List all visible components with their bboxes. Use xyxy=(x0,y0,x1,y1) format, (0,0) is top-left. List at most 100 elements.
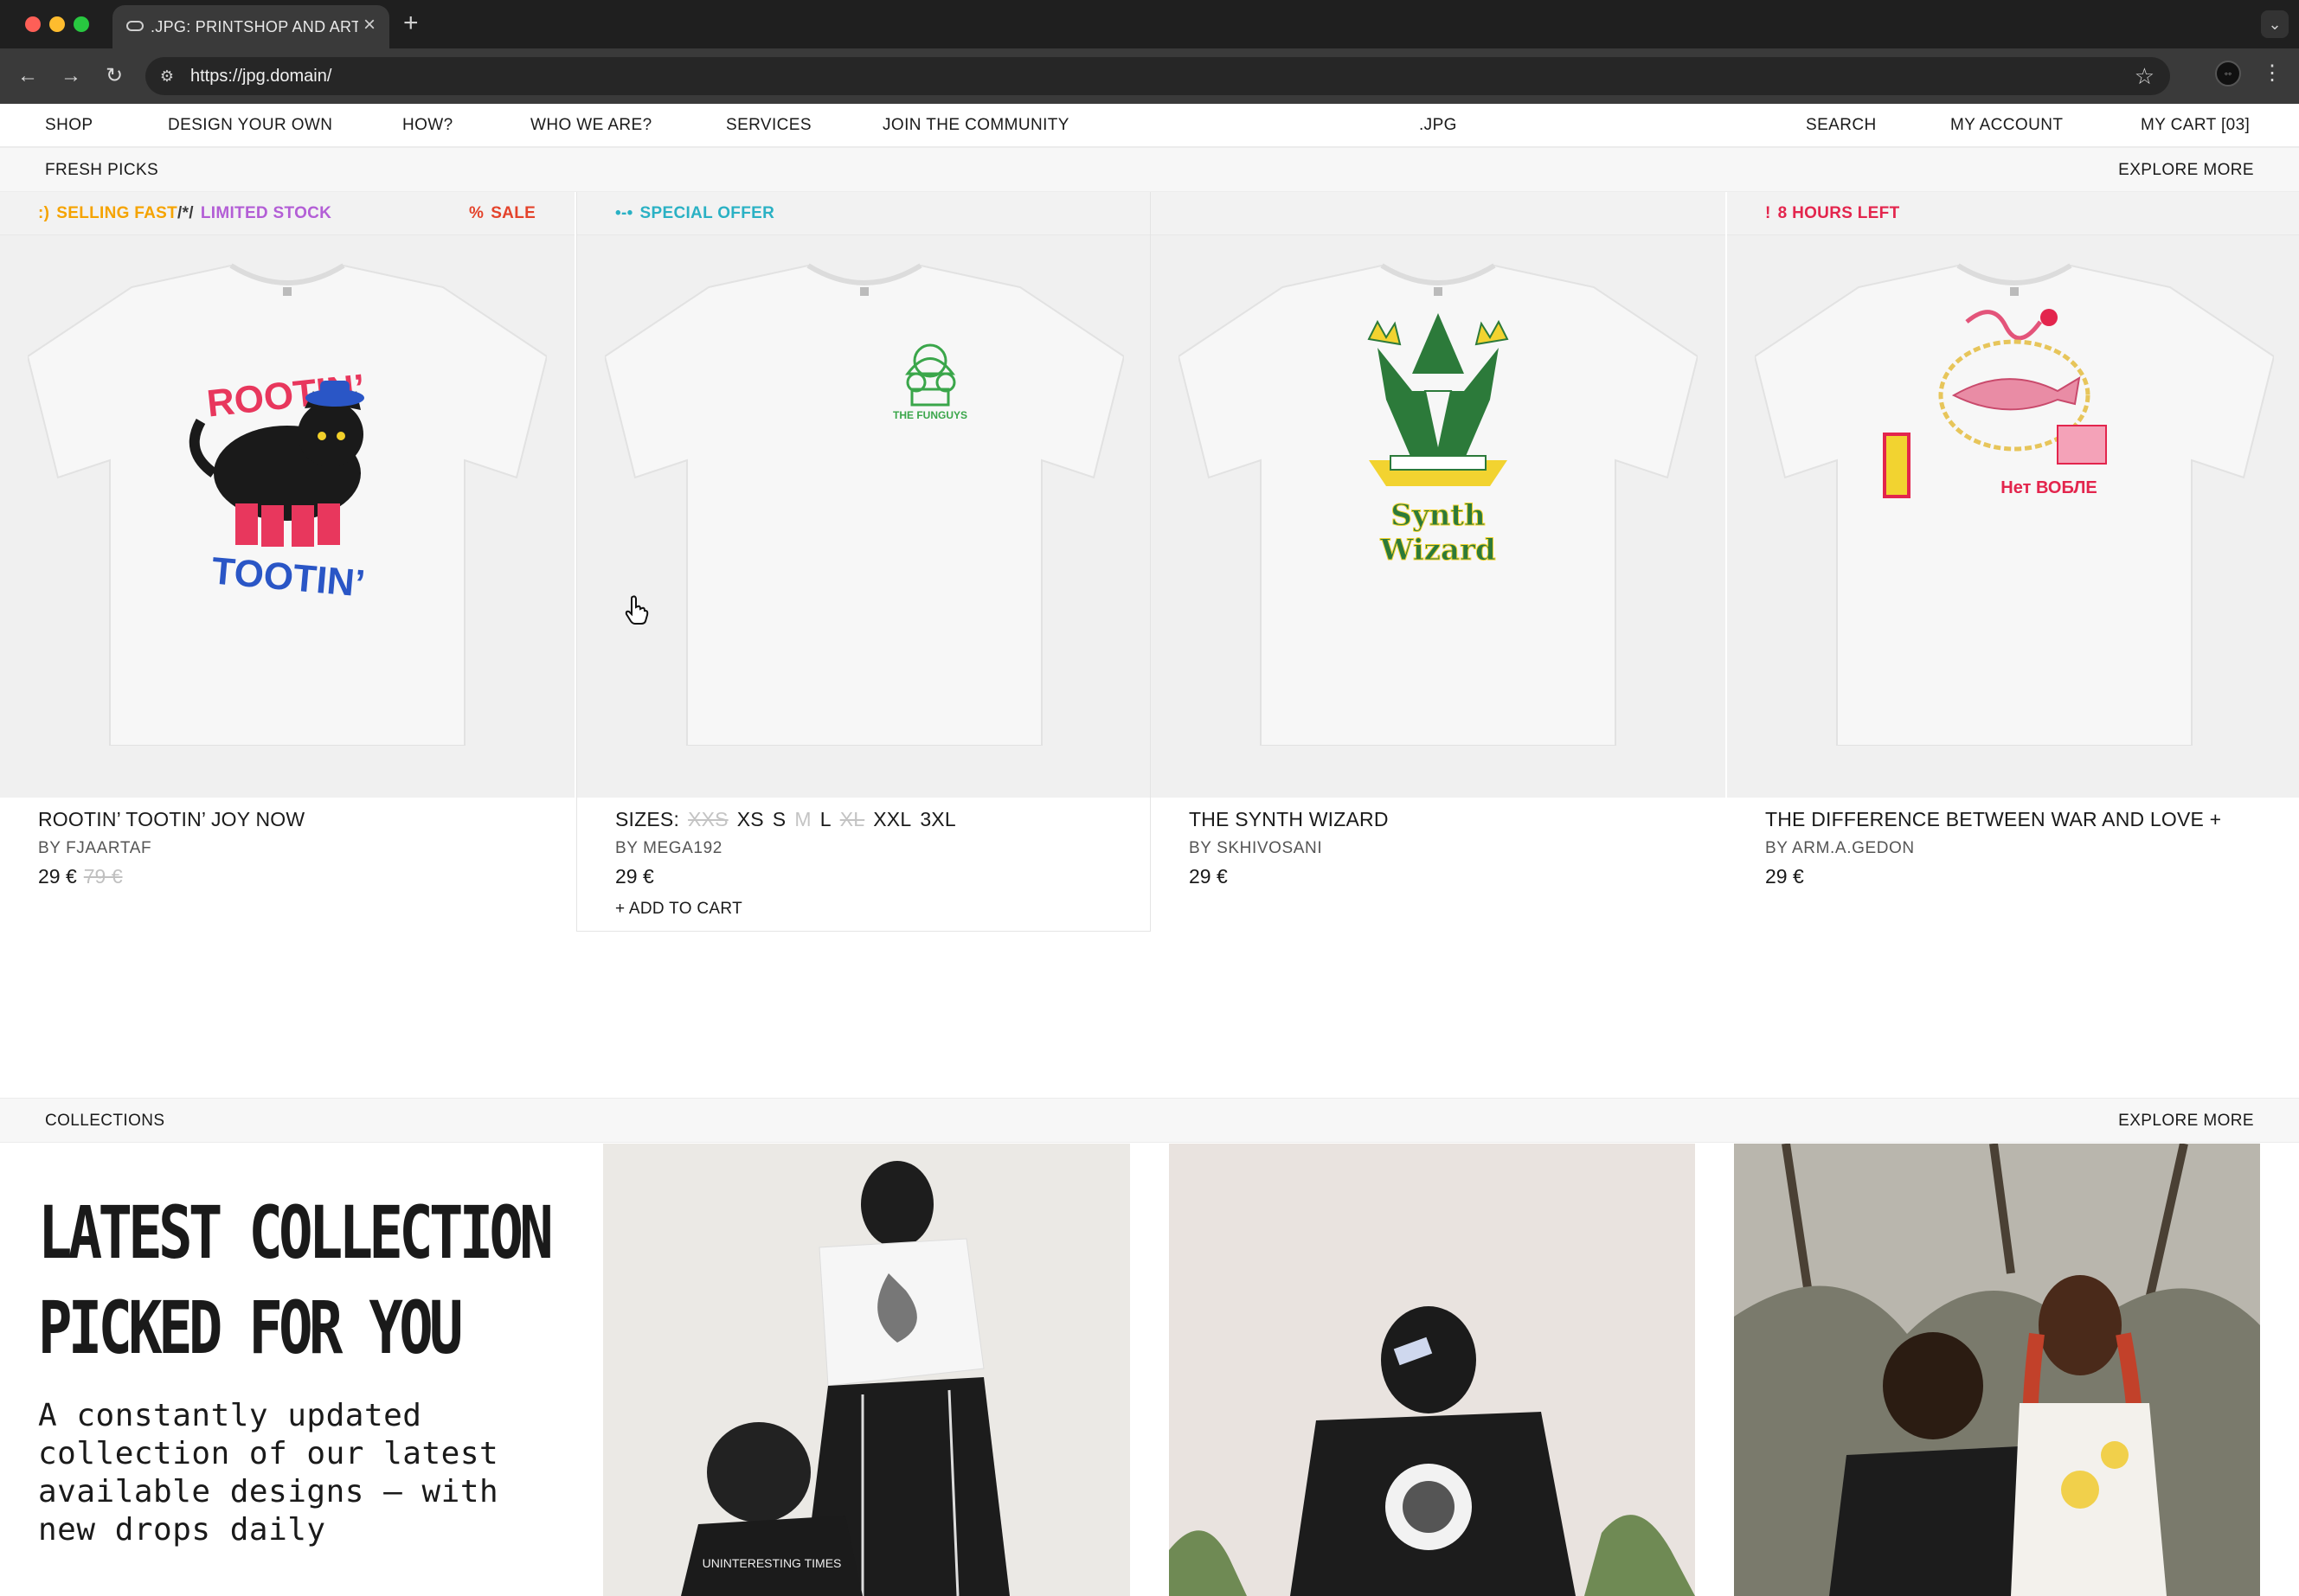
pointer-hand-cursor-icon xyxy=(625,595,649,625)
size-l[interactable]: L xyxy=(820,808,832,830)
nav-join-community[interactable]: JOIN THE COMMUNITY xyxy=(883,116,1069,135)
fresh-picks-explore-more[interactable]: EXPLORE MORE xyxy=(2118,161,2254,180)
two-models-photo-image xyxy=(1734,1144,2260,1596)
close-tab-icon[interactable]: × xyxy=(363,15,376,35)
size-3xl[interactable]: 3XL xyxy=(920,808,956,830)
tshirt-fish-image: Нет ВОБЛЕ xyxy=(1755,263,2274,746)
product-price: 29 € xyxy=(1189,865,1228,888)
svg-text:THE FUNGUYS: THE FUNGUYS xyxy=(893,409,967,421)
svg-text:UNINTERESTING TIMES: UNINTERESTING TIMES xyxy=(703,1556,842,1570)
tshirt-cat-image: ROOTIN’ TOOTIN’ xyxy=(28,263,547,746)
product-tags xyxy=(1151,192,1725,235)
product-tags: •-• SPECIAL OFFER xyxy=(577,192,1150,235)
collection-photo[interactable]: UNINTERESTING TIMES xyxy=(603,1144,1130,1596)
product-grid: :) SELLING FAST /*/LIMITED STOCK % SALE RO… xyxy=(0,192,2299,932)
product-tags: ! 8 HOURS LEFT xyxy=(1727,192,2299,235)
collections-explore-more[interactable]: EXPLORE MORE xyxy=(2118,1112,2254,1131)
collections-label: COLLECTIONS xyxy=(45,1112,165,1130)
product-title[interactable]: THE DIFFERENCE BETWEEN WAR AND LOVE + xyxy=(1765,808,2221,831)
product-price: 29 € xyxy=(1765,865,1804,888)
models-photo-image: UNINTERESTING TIMES xyxy=(603,1144,1130,1596)
size-xl: XL xyxy=(839,808,865,830)
size-s[interactable]: S xyxy=(773,808,787,830)
svg-text:Wizard: Wizard xyxy=(1379,533,1496,567)
maximize-window-button[interactable] xyxy=(74,16,89,32)
collection-headline: LATEST COLLECTION PICKED FOR YOU xyxy=(38,1185,554,1375)
nav-services[interactable]: SERVICES xyxy=(726,116,812,135)
collection-headline-line-2: PICKED FOR YOU xyxy=(38,1285,463,1370)
product-artist[interactable]: BY FJAARTAF xyxy=(38,839,151,858)
browser-toolbar: ← → ↻ ⚙ https://jpg.domain/ ☆ ◦◦ ⋮ xyxy=(0,48,2299,104)
product-card[interactable]: :) SELLING FAST /*/LIMITED STOCK % SALE RO… xyxy=(0,192,575,932)
collections-bar: COLLECTIONS EXPLORE MORE xyxy=(0,1098,2299,1143)
new-tab-icon[interactable]: + xyxy=(403,10,419,36)
back-arrow-icon[interactable]: ← xyxy=(14,62,42,90)
site-favicon-icon xyxy=(126,21,144,31)
tag-hours-left: ! 8 HOURS LEFT xyxy=(1765,204,1900,222)
site-logo[interactable]: .JPG xyxy=(1419,116,1457,135)
collection-headline-line-1: LATEST COLLECTION xyxy=(38,1190,554,1275)
nav-shop[interactable]: SHOP xyxy=(45,116,93,135)
product-tags: :) SELLING FAST /*/LIMITED STOCK % SALE xyxy=(0,192,575,235)
product-artist[interactable]: BY ARM.A.GEDON xyxy=(1765,839,1915,858)
product-artist[interactable]: BY MEGA192 xyxy=(615,839,722,858)
old-price: 79 € xyxy=(83,865,123,888)
nav-my-account[interactable]: MY ACCOUNT xyxy=(1950,116,2063,135)
nav-search[interactable]: SEARCH xyxy=(1806,116,1877,135)
product-card[interactable]: Synth Wizard THE SYNTH WIZARD BY SKHIVOS… xyxy=(1151,192,1725,932)
collection-photo[interactable] xyxy=(1169,1144,1695,1596)
collection-photo[interactable] xyxy=(1734,1144,2260,1596)
nav-how[interactable]: HOW? xyxy=(402,116,453,135)
tab-strip: .JPG: PRINTSHOP AND ARTIS × + ⌄ xyxy=(0,0,2299,48)
product-image[interactable]: Synth Wizard xyxy=(1151,235,1725,798)
bookmark-star-icon[interactable]: ☆ xyxy=(2135,64,2155,88)
fresh-picks-bar: FRESH PICKS EXPLORE MORE xyxy=(0,147,2299,192)
size-m: M xyxy=(794,808,812,830)
site-navigation: SHOP DESIGN YOUR OWN HOW? WHO WE ARE? SE… xyxy=(0,104,2299,147)
site-settings-icon[interactable]: ⚙ xyxy=(157,67,177,86)
profile-avatar[interactable]: ◦◦ xyxy=(2215,61,2241,87)
browser-tab[interactable]: .JPG: PRINTSHOP AND ARTIS × xyxy=(112,5,389,48)
product-card[interactable]: ! 8 HOURS LEFT Нет ВОБЛЕ THE DIFFERENCE B… xyxy=(1727,192,2299,932)
size-xxs: XXS xyxy=(688,808,729,830)
nav-my-cart[interactable]: MY CART [03] xyxy=(2141,116,2250,135)
svg-text:Нет ВОБЛЕ: Нет ВОБЛЕ xyxy=(2000,478,2097,497)
collection-description: A constantly updated collection of our l… xyxy=(38,1398,499,1548)
forward-arrow-icon[interactable]: → xyxy=(57,62,85,90)
product-image[interactable]: Нет ВОБЛЕ xyxy=(1727,235,2299,798)
current-price: 29 € xyxy=(38,865,77,888)
minimize-window-button[interactable] xyxy=(49,16,65,32)
tshirt-funguys-image: THE FUNGUYS xyxy=(605,263,1124,746)
sizes-label: SIZES: xyxy=(615,808,680,830)
product-title[interactable]: THE SYNTH WIZARD xyxy=(1189,808,1389,831)
tshirt-wizard-image: Synth Wizard xyxy=(1178,263,1698,746)
address-bar[interactable]: ⚙ https://jpg.domain/ ☆ xyxy=(145,57,2170,95)
svg-text:Synth: Synth xyxy=(1390,498,1485,533)
product-sizes: SIZES: XXS XS S M L XL XXL 3XL xyxy=(615,808,965,831)
product-price: 29 € 79 € xyxy=(38,865,123,888)
browser-chrome: .JPG: PRINTSHOP AND ARTIS × + ⌄ ← → ↻ ⚙ … xyxy=(0,0,2299,104)
size-xxl[interactable]: XXL xyxy=(873,808,911,830)
tag-selling-fast: :) SELLING FAST xyxy=(38,204,178,222)
product-image[interactable]: THE FUNGUYS xyxy=(577,235,1150,798)
product-title[interactable]: ROOTIN’ TOOTIN’ JOY NOW xyxy=(38,808,305,831)
nav-who-we-are[interactable]: WHO WE ARE? xyxy=(530,116,652,135)
reload-icon[interactable]: ↻ xyxy=(100,62,128,90)
tag-limited-stock: /*/LIMITED STOCK xyxy=(177,204,332,222)
tag-sale: % SALE xyxy=(469,204,536,222)
size-xs[interactable]: XS xyxy=(737,808,764,830)
product-artist[interactable]: BY SKHIVOSANI xyxy=(1189,839,1322,858)
fresh-picks-label: FRESH PICKS xyxy=(45,161,159,179)
add-to-cart-button[interactable]: + ADD TO CART xyxy=(615,900,742,919)
model-back-photo-image xyxy=(1169,1144,1695,1596)
tab-title: .JPG: PRINTSHOP AND ARTIS xyxy=(151,18,358,35)
product-image[interactable]: ROOTIN’ TOOTIN’ xyxy=(0,235,575,798)
browser-menu-icon[interactable]: ⋮ xyxy=(2262,61,2283,87)
close-window-button[interactable] xyxy=(25,16,41,32)
product-card[interactable]: •-• SPECIAL OFFER THE FUNGUYS SIZES: XXS XS… xyxy=(576,192,1151,932)
product-price: 29 € xyxy=(615,865,654,888)
tag-special-offer: •-• SPECIAL OFFER xyxy=(615,204,775,222)
tab-search-chevron-icon[interactable]: ⌄ xyxy=(2261,10,2289,38)
nav-design-your-own[interactable]: DESIGN YOUR OWN xyxy=(168,116,332,135)
url-text[interactable]: https://jpg.domain/ xyxy=(190,67,331,87)
